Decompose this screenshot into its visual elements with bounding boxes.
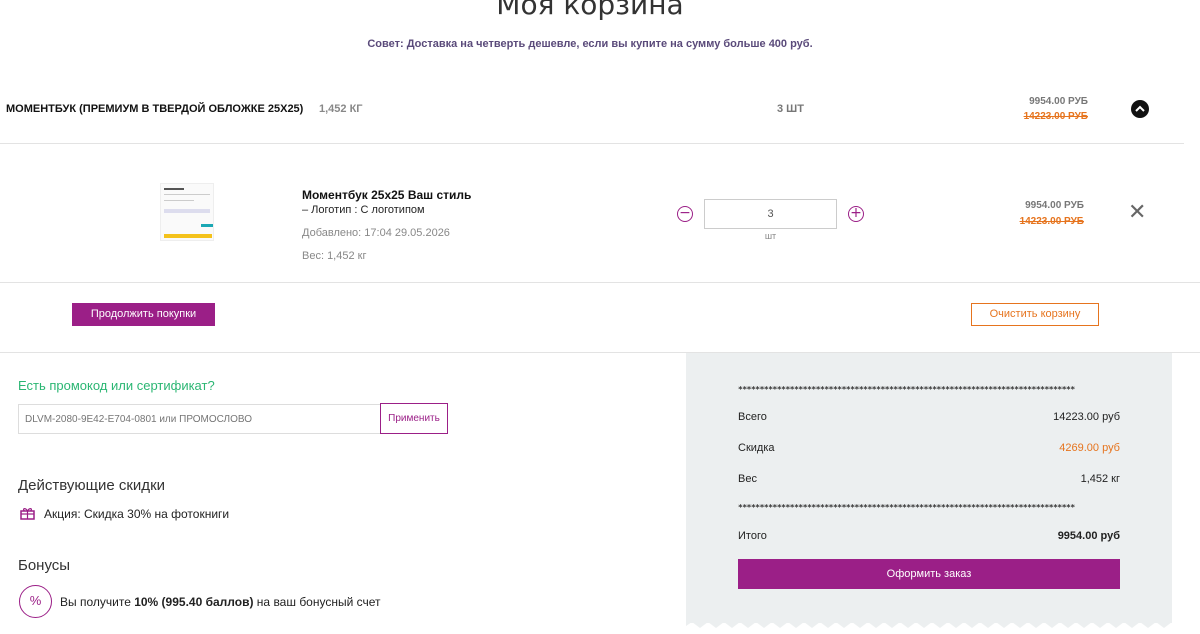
order-summary-receipt: ****************************************… <box>686 353 1172 623</box>
quantity-input[interactable] <box>704 199 837 229</box>
group-product-name: МОМЕНТБУК (ПРЕМИУМ В ТВЕРДОЙ ОБЛОЖКЕ 25Х… <box>6 103 304 115</box>
increase-quantity-button[interactable]: + <box>848 206 864 222</box>
group-old-price: 14223.00 РУБ <box>1023 111 1088 122</box>
bonus-text-before: Вы получите <box>60 595 135 609</box>
bonus-text-after: на ваш бонусный счет <box>253 595 381 609</box>
cart-item-row: Моментбук 25х25 Ваш стиль – Логотип : С … <box>0 145 1200 283</box>
promo-code-input[interactable] <box>18 404 380 434</box>
discount-value: 4269.00 руб <box>1059 442 1120 454</box>
bonus-text: Вы получите 10% (995.40 баллов) на ваш б… <box>60 595 381 609</box>
continue-shopping-button[interactable]: Продолжить покупки <box>72 303 215 326</box>
gift-icon <box>20 506 35 520</box>
discounts-title: Действующие скидки <box>18 477 166 494</box>
discount-item: Акция: Скидка 30% на фотокниги <box>44 507 230 521</box>
item-added-date: Добавлено: 17:04 29.05.2026 <box>302 227 450 239</box>
group-quantity: 3 ШТ <box>777 103 804 115</box>
chevron-up-icon[interactable] <box>1131 100 1149 118</box>
chevron-up-icon-svg <box>1135 105 1145 112</box>
receipt-zigzag-edge <box>686 616 1172 628</box>
item-option: – Логотип : С логотипом <box>302 204 425 216</box>
receipt-separator-2: ****************************************… <box>738 503 1075 512</box>
decrease-quantity-button[interactable]: − <box>677 206 693 222</box>
promo-title: Есть промокод или сертификат? <box>18 378 215 393</box>
item-price: 9954.00 РУБ <box>1025 200 1084 211</box>
product-thumbnail[interactable] <box>160 183 214 241</box>
item-old-price: 14223.00 РУБ <box>1019 216 1084 227</box>
total-label: Всего <box>738 411 767 423</box>
total-value: 14223.00 руб <box>1053 411 1120 423</box>
percent-icon: % <box>19 585 52 618</box>
clear-cart-button[interactable]: Очистить корзину <box>971 303 1099 326</box>
quantity-unit: шт <box>764 231 777 241</box>
checkout-button[interactable]: Оформить заказ <box>738 559 1120 589</box>
discount-label: Скидка <box>738 442 775 454</box>
item-weight: Вес: 1,452 кг <box>302 250 367 262</box>
apply-promo-button[interactable]: Применить <box>380 403 448 434</box>
weight-value: 1,452 кг <box>1080 473 1120 485</box>
group-price: 9954.00 РУБ <box>1029 96 1088 107</box>
delivery-tip: Совет: Доставка на четверть дешевле, есл… <box>367 38 813 50</box>
bonus-amount: 10% (995.40 баллов) <box>134 595 254 609</box>
weight-label: Вес <box>738 473 757 485</box>
remove-item-close-icon[interactable]: ✕ <box>1128 201 1146 225</box>
receipt-separator: ****************************************… <box>738 385 1075 394</box>
bonuses-title: Бонусы <box>18 557 71 574</box>
cart-group-summary-row: МОМЕНТБУК (ПРЕМИУМ В ТВЕРДОЙ ОБЛОЖКЕ 25Х… <box>0 88 1184 144</box>
grand-total-label: Итого <box>738 530 767 542</box>
page-title: Моя корзина <box>496 0 684 21</box>
item-title[interactable]: Моментбук 25х25 Ваш стиль <box>302 188 471 202</box>
group-weight: 1,452 КГ <box>319 103 363 115</box>
grand-total-value: 9954.00 руб <box>1057 530 1120 542</box>
